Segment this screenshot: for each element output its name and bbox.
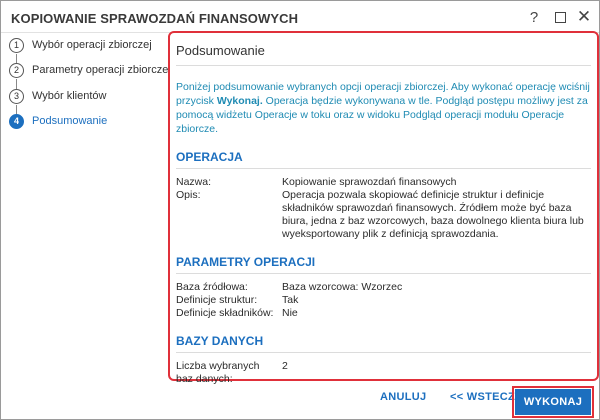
maximize-button[interactable] xyxy=(551,8,569,26)
section-heading-operacja: OPERACJA xyxy=(176,150,591,169)
row-opis: Opis: Operacja pozwala skopiować definic… xyxy=(176,189,591,241)
step-number: 1 xyxy=(9,37,24,53)
row-definicje-skladnikow: Definicje składników: Nie xyxy=(176,307,591,320)
row-baza-zrodlowa: Baza źródłowa: Baza wzorcowa: Wzorzec xyxy=(176,281,591,294)
intro-text: Poniżej podsumowanie wybranych opcji ope… xyxy=(176,81,590,135)
row-liczba-baz: Liczba wybranych baz danych: 2 xyxy=(176,360,591,386)
help-button[interactable]: ? xyxy=(525,8,543,26)
row-key: Baza źródłowa: xyxy=(176,281,248,293)
row-key: Opis: xyxy=(176,189,201,201)
step-4[interactable]: 4 Podsumowanie xyxy=(9,111,107,131)
summary-panel: Podsumowanie Poniżej podsumowanie wybran… xyxy=(168,31,599,385)
panel-title: Podsumowanie xyxy=(176,43,591,66)
step-label: Parametry operacji zbiorczej xyxy=(32,64,171,76)
step-number: 2 xyxy=(9,62,24,78)
row-value: Tak xyxy=(282,294,299,306)
row-value: Nie xyxy=(282,307,298,319)
step-1[interactable]: 1 Wybór operacji zbiorczej xyxy=(9,35,152,55)
intro-bold: Wykonaj. xyxy=(216,95,263,107)
row-key: Definicje składników: xyxy=(176,307,274,319)
back-button[interactable]: << WSTECZ xyxy=(450,391,515,403)
title-bar: KOPIOWANIE SPRAWOZDAŃ FINANSOWYCH ? ✕ xyxy=(1,1,599,33)
step-number: 4 xyxy=(9,113,24,129)
step-3[interactable]: 3 Wybór klientów xyxy=(9,86,106,106)
row-value: Baza wzorcowa: Wzorzec xyxy=(282,281,403,293)
row-key: Liczba wybranych baz danych: xyxy=(176,360,260,385)
row-key: Definicje struktur: xyxy=(176,294,258,306)
maximize-icon xyxy=(554,11,566,23)
row-value: Operacja pozwala skopiować definicje str… xyxy=(282,189,584,240)
close-button[interactable]: ✕ xyxy=(575,7,593,26)
row-key: Nazwa: xyxy=(176,176,212,188)
step-label: Wybór klientów xyxy=(32,90,107,102)
dialog-window: KOPIOWANIE SPRAWOZDAŃ FINANSOWYCH ? ✕ 1 … xyxy=(0,0,600,420)
row-definicje-struktur: Definicje struktur: Tak xyxy=(176,294,591,307)
section-heading-bazy: BAZY DANYCH xyxy=(176,334,591,353)
cancel-button[interactable]: ANULUJ xyxy=(380,391,426,403)
step-label: Podsumowanie xyxy=(32,115,108,127)
step-label: Wybór operacji zbiorczej xyxy=(32,39,152,51)
step-2[interactable]: 2 Parametry operacji zbiorczej xyxy=(9,60,171,80)
section-heading-parametry: PARAMETRY OPERACJI xyxy=(176,255,591,274)
execute-button[interactable]: WYKONAJ xyxy=(512,386,594,418)
row-value: 2 xyxy=(282,360,288,372)
step-number: 3 xyxy=(9,88,24,104)
row-nazwa: Nazwa: Kopiowanie sprawozdań finansowych xyxy=(176,176,591,189)
window-title: KOPIOWANIE SPRAWOZDAŃ FINANSOWYCH xyxy=(11,11,299,26)
row-value: Kopiowanie sprawozdań finansowych xyxy=(282,176,457,188)
